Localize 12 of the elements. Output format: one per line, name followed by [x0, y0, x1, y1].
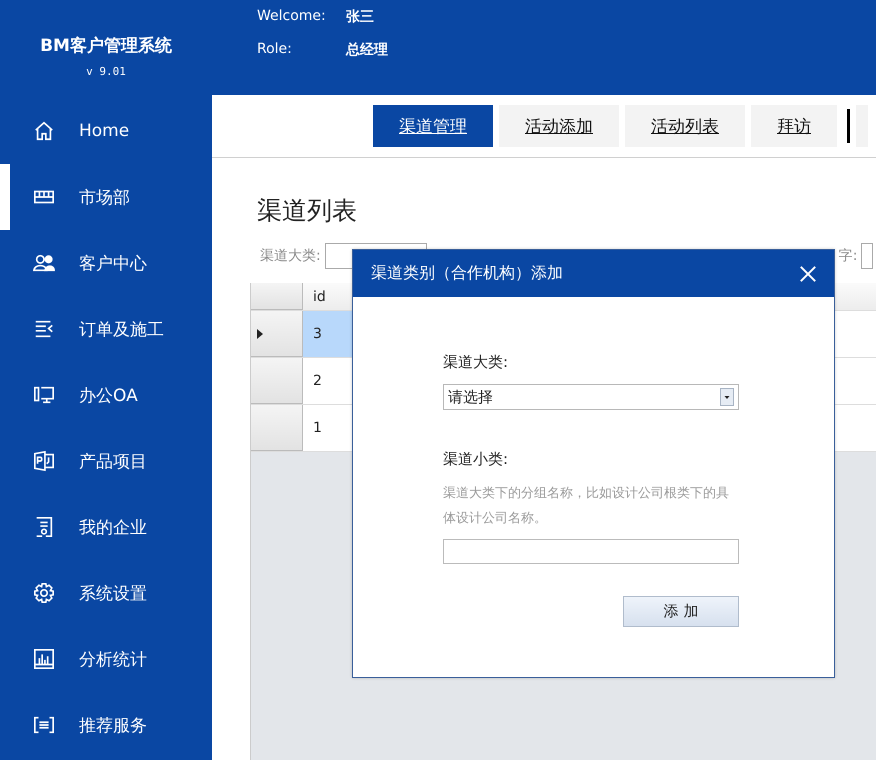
hint-text: 渠道大类下的分组名称，比如设计公司根类下的具体设计公司名称。: [443, 485, 730, 528]
field-label: 渠道小类:: [443, 450, 510, 469]
page-title: 渠道列表: [257, 195, 358, 227]
role-label: Role:: [257, 41, 293, 57]
user-name: 张三: [346, 8, 374, 26]
dialog-title: 渠道类别（合作机构）添加: [371, 263, 563, 284]
version-label: v 9.01: [86, 65, 126, 78]
app-name: BM客户管理系统: [40, 35, 172, 57]
filter-label: 字:: [838, 247, 858, 265]
user-role: 总经理: [346, 41, 388, 59]
welcome-label: Welcome:: [257, 8, 327, 24]
filter-label: 渠道大类:: [260, 247, 321, 265]
